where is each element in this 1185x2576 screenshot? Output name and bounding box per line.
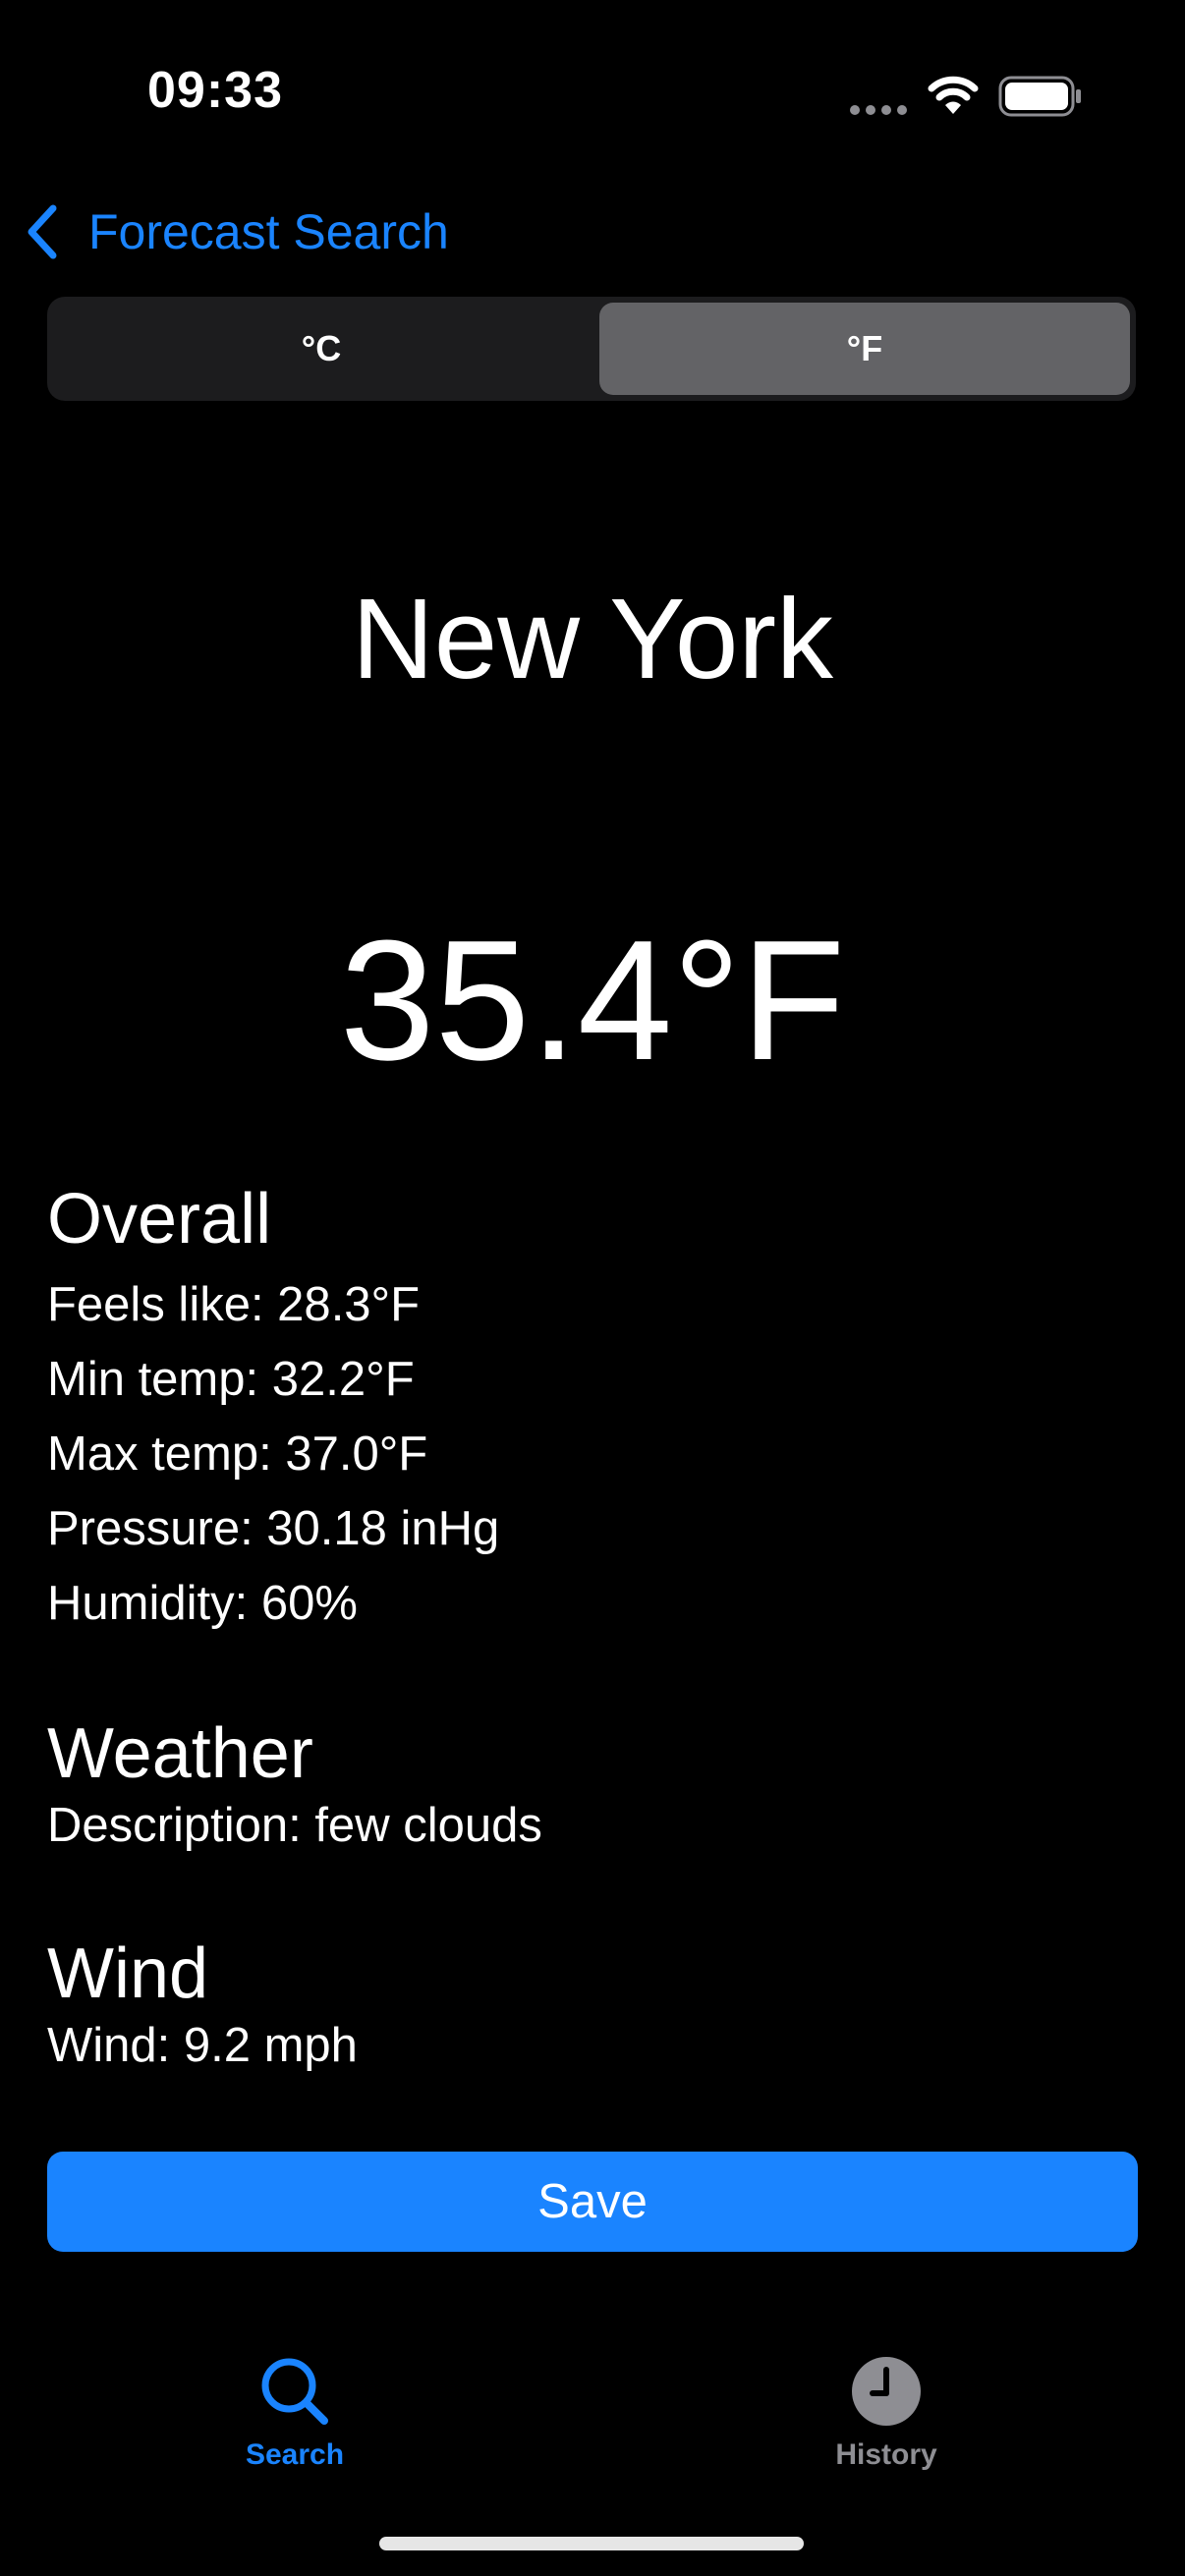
- wind-title: Wind: [47, 1934, 209, 2013]
- pressure-text: Pressure: 30.18 inHg: [47, 1502, 500, 1555]
- weather-description-text: Description: few clouds: [47, 1799, 542, 1852]
- tab-search[interactable]: Search: [147, 2354, 442, 2472]
- current-temperature: 35.4°F: [339, 904, 846, 1095]
- search-icon: [261, 2358, 328, 2425]
- back-button-label: Forecast Search: [88, 204, 449, 259]
- overall-section: Overall Feels like: 28.3°F Min temp: 32.…: [47, 1177, 1138, 1641]
- overall-title: Overall: [47, 1180, 272, 1259]
- city-name: New York: [351, 575, 834, 702]
- status-bar: 09:33: [0, 0, 1185, 196]
- celsius-segment[interactable]: °C: [53, 303, 590, 395]
- status-time: 09:33: [147, 62, 283, 119]
- weather-title: Weather: [47, 1714, 313, 1793]
- weather-section: Weather Description: few clouds: [47, 1711, 1138, 1855]
- back-button[interactable]: Forecast Search: [22, 193, 449, 271]
- save-button[interactable]: Save: [47, 2152, 1138, 2252]
- tab-bar: Search History: [0, 2328, 1185, 2486]
- battery-icon: [998, 76, 1081, 117]
- home-indicator: [379, 2537, 804, 2550]
- fahrenheit-segment[interactable]: °F: [599, 303, 1130, 395]
- chevron-left-icon: [28, 204, 57, 259]
- tab-history-label: History: [835, 2438, 937, 2471]
- unit-segmented-control: °C °F: [47, 297, 1136, 401]
- wind-section: Wind Wind: 9.2 mph: [47, 1932, 1138, 2075]
- clock-icon: [852, 2357, 921, 2426]
- max-temp-text: Max temp: 37.0°F: [47, 1428, 428, 1481]
- tab-search-label: Search: [245, 2438, 345, 2471]
- feels-like-text: Feels like: 28.3°F: [47, 1278, 421, 1331]
- cellular-signal-icon: [850, 105, 907, 115]
- humidity-text: Humidity: 60%: [47, 1577, 358, 1630]
- tab-history[interactable]: History: [739, 2354, 1034, 2472]
- wind-speed-text: Wind: 9.2 mph: [47, 2019, 358, 2072]
- min-temp-text: Min temp: 32.2°F: [47, 1353, 415, 1406]
- wifi-icon: [928, 76, 979, 114]
